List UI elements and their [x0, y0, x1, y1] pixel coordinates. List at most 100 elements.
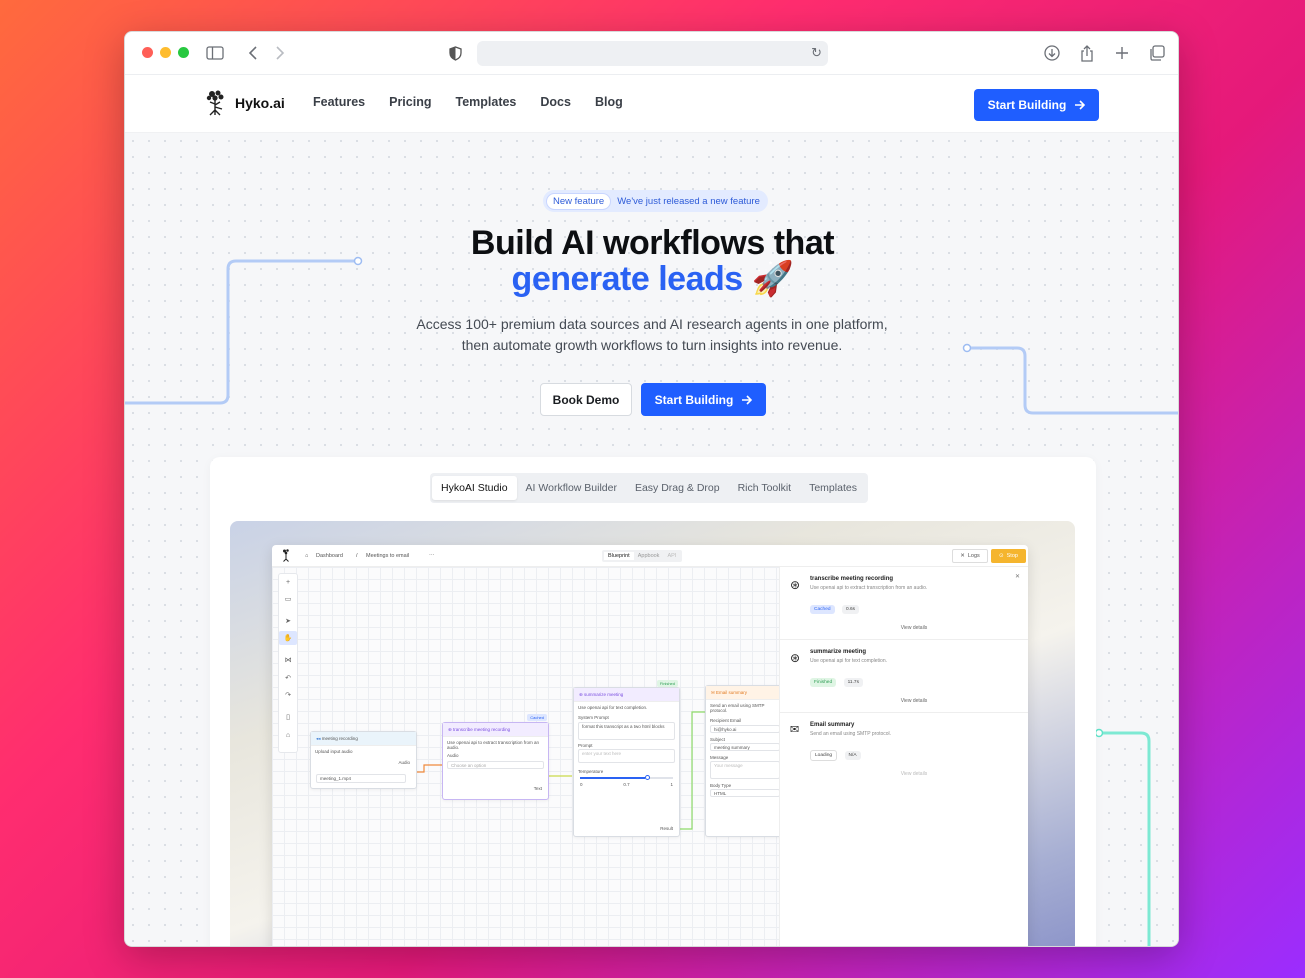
badge-pill: New feature [546, 192, 612, 210]
zoom-window-button[interactable] [178, 47, 189, 58]
tab-blueprint[interactable]: Blueprint [604, 552, 634, 560]
tab-ai-workflow-builder[interactable]: AI Workflow Builder [517, 476, 626, 500]
hero-subtitle: Access 100+ premium data sources and AI … [416, 316, 888, 353]
field-label: Body Type [710, 783, 732, 788]
nav-link-docs[interactable]: Docs [540, 95, 571, 109]
run-desc: Use openai api to extract transcription … [810, 585, 928, 591]
tab-api[interactable]: API [663, 552, 680, 560]
nav-start-building-button[interactable]: Start Building [974, 89, 1099, 121]
workflow-canvas[interactable]: + ▭ ➤ ✋ ⋈ ↶ ↷ ▯ ⌂ ◂◂ meeting recording U… [272, 567, 785, 946]
file-field[interactable]: meeting_1.mp4 [316, 774, 406, 783]
node-title: meeting recording [321, 736, 358, 741]
tab-templates[interactable]: Templates [800, 476, 866, 500]
logs-label: Logs [967, 553, 980, 559]
mail-icon: ✉ [790, 724, 800, 736]
studio-app-screenshot: ⌂ Dashboard / Meetings to email ··· Blue… [272, 545, 1028, 946]
tab-appbook[interactable]: Appbook [634, 552, 664, 560]
node-title: summarize meeting [584, 692, 624, 697]
option-select[interactable]: Choose an option [447, 761, 544, 769]
studio-preview: ⌂ Dashboard / Meetings to email ··· Blue… [230, 521, 1075, 946]
close-icon: ✕ [960, 553, 965, 559]
book-demo-button[interactable]: Book Demo [540, 383, 632, 416]
run-item-summarize: ⊛ summarize meeting Use openai api for t… [780, 640, 1028, 713]
logo-text: Hyko.ai [235, 95, 285, 111]
message-field[interactable]: Your message [710, 761, 780, 779]
run-desc: Use openai api for text completion. [810, 658, 887, 664]
logs-button[interactable]: ✕ Logs [952, 549, 988, 563]
node-output-label: Text [533, 786, 542, 791]
window-controls [142, 47, 189, 58]
app-topbar: ⌂ Dashboard / Meetings to email ··· Blue… [272, 545, 1028, 567]
slider-max: 1 [670, 782, 673, 787]
logo[interactable]: Hyko.ai [205, 90, 285, 116]
download-icon[interactable] [1042, 43, 1062, 63]
hyko-logo-icon [283, 549, 289, 562]
system-prompt-field[interactable]: format this transcript as a two html blo… [578, 722, 675, 740]
nav-link-features[interactable]: Features [313, 95, 365, 109]
address-bar[interactable]: ↻ [477, 41, 828, 66]
run-item-email: ✉ Email summary Send an email using SMTP… [780, 713, 1028, 785]
arrow-right-icon [1075, 100, 1086, 110]
view-tabs: Blueprint Appbook API [602, 550, 683, 562]
studio-showcase-card: HykoAI Studio AI Workflow Builder Easy D… [210, 457, 1096, 946]
tab-hykoai-studio[interactable]: HykoAI Studio [432, 476, 517, 500]
reload-icon[interactable]: ↻ [811, 45, 822, 61]
recipient-field[interactable]: hi@hyko.ai [710, 725, 780, 733]
run-desc: Send an email using SMTP protocol. [810, 731, 892, 737]
nav-link-pricing[interactable]: Pricing [389, 95, 431, 109]
breadcrumb-separator: / [356, 553, 358, 559]
field-label: Message [710, 755, 729, 760]
field-label: Recipient Email [710, 718, 742, 723]
right-connector-line [962, 343, 1178, 415]
openai-icon: ⊛ [790, 651, 801, 665]
close-window-button[interactable] [142, 47, 153, 58]
run-time-chip: 0.6s [842, 605, 860, 614]
tab-rich-toolkit[interactable]: Rich Toolkit [729, 476, 801, 500]
stop-label: Stop [1006, 553, 1018, 559]
node-output-label: Result [660, 826, 673, 831]
share-icon[interactable] [1077, 43, 1097, 63]
view-details-link[interactable]: View details [810, 771, 1018, 777]
minimize-window-button[interactable] [160, 47, 171, 58]
subject-field[interactable]: meeting summary [710, 743, 780, 751]
hero-section: New feature We've just released a new fe… [125, 133, 1178, 946]
node-email-summary[interactable]: ✉ Email summary Send an email using SMTP… [705, 685, 785, 837]
node-desc: Use openai api to extract transcription … [447, 740, 540, 750]
more-icon[interactable]: ··· [429, 552, 435, 558]
start-building-button[interactable]: Start Building [641, 383, 766, 416]
new-tab-icon[interactable] [1112, 43, 1132, 63]
run-time-chip: N/A [844, 751, 861, 760]
node-desc: Send an email using SMTP protocol. [710, 703, 765, 713]
stop-button[interactable]: ⊙ Stop [991, 549, 1026, 563]
run-time-chip: 11.7s [843, 678, 863, 687]
back-arrow-icon[interactable] [243, 43, 263, 63]
prompt-field[interactable]: enter your text here [578, 749, 675, 763]
tab-easy-drag-drop[interactable]: Easy Drag & Drop [626, 476, 729, 500]
site-header: Hyko.ai Features Pricing Templates Docs … [125, 75, 1178, 133]
view-details-link[interactable]: View details [810, 625, 1018, 631]
new-feature-badge[interactable]: New feature We've just released a new fe… [543, 190, 768, 212]
node-transcribe[interactable]: Cached ⊛ transcribe meeting recording Us… [442, 714, 549, 800]
breadcrumb-project[interactable]: Meetings to email [366, 553, 409, 559]
start-building-label: Start Building [654, 392, 734, 407]
node-meeting-recording[interactable]: ◂◂ meeting recording Upload input audio … [310, 731, 417, 789]
home-icon[interactable]: ⌂ [305, 553, 308, 559]
nav-links: Features Pricing Templates Docs Blog [313, 95, 623, 109]
teal-connector-line [1094, 728, 1151, 946]
view-details-link[interactable]: View details [810, 698, 1018, 704]
forward-arrow-icon[interactable] [270, 43, 290, 63]
sidebar-toggle-icon[interactable] [205, 43, 225, 63]
node-summarize[interactable]: Finished ⊛ summarize meeting Use openai … [573, 680, 680, 837]
run-status-chip: Loading [810, 750, 838, 761]
run-item-transcribe: ⊛ transcribe meeting recording Use opena… [780, 567, 1028, 640]
shield-icon[interactable] [445, 43, 465, 63]
tab-overview-icon[interactable] [1147, 43, 1167, 63]
body-type-select[interactable]: HTML [710, 789, 780, 797]
nav-link-templates[interactable]: Templates [455, 95, 516, 109]
browser-toolbar: ↻ [125, 32, 1178, 75]
book-demo-label: Book Demo [552, 392, 620, 407]
breadcrumb-dashboard[interactable]: Dashboard [316, 553, 343, 559]
field-label: Temperature [578, 769, 604, 774]
temperature-slider[interactable] [580, 775, 673, 780]
nav-link-blog[interactable]: Blog [595, 95, 623, 109]
